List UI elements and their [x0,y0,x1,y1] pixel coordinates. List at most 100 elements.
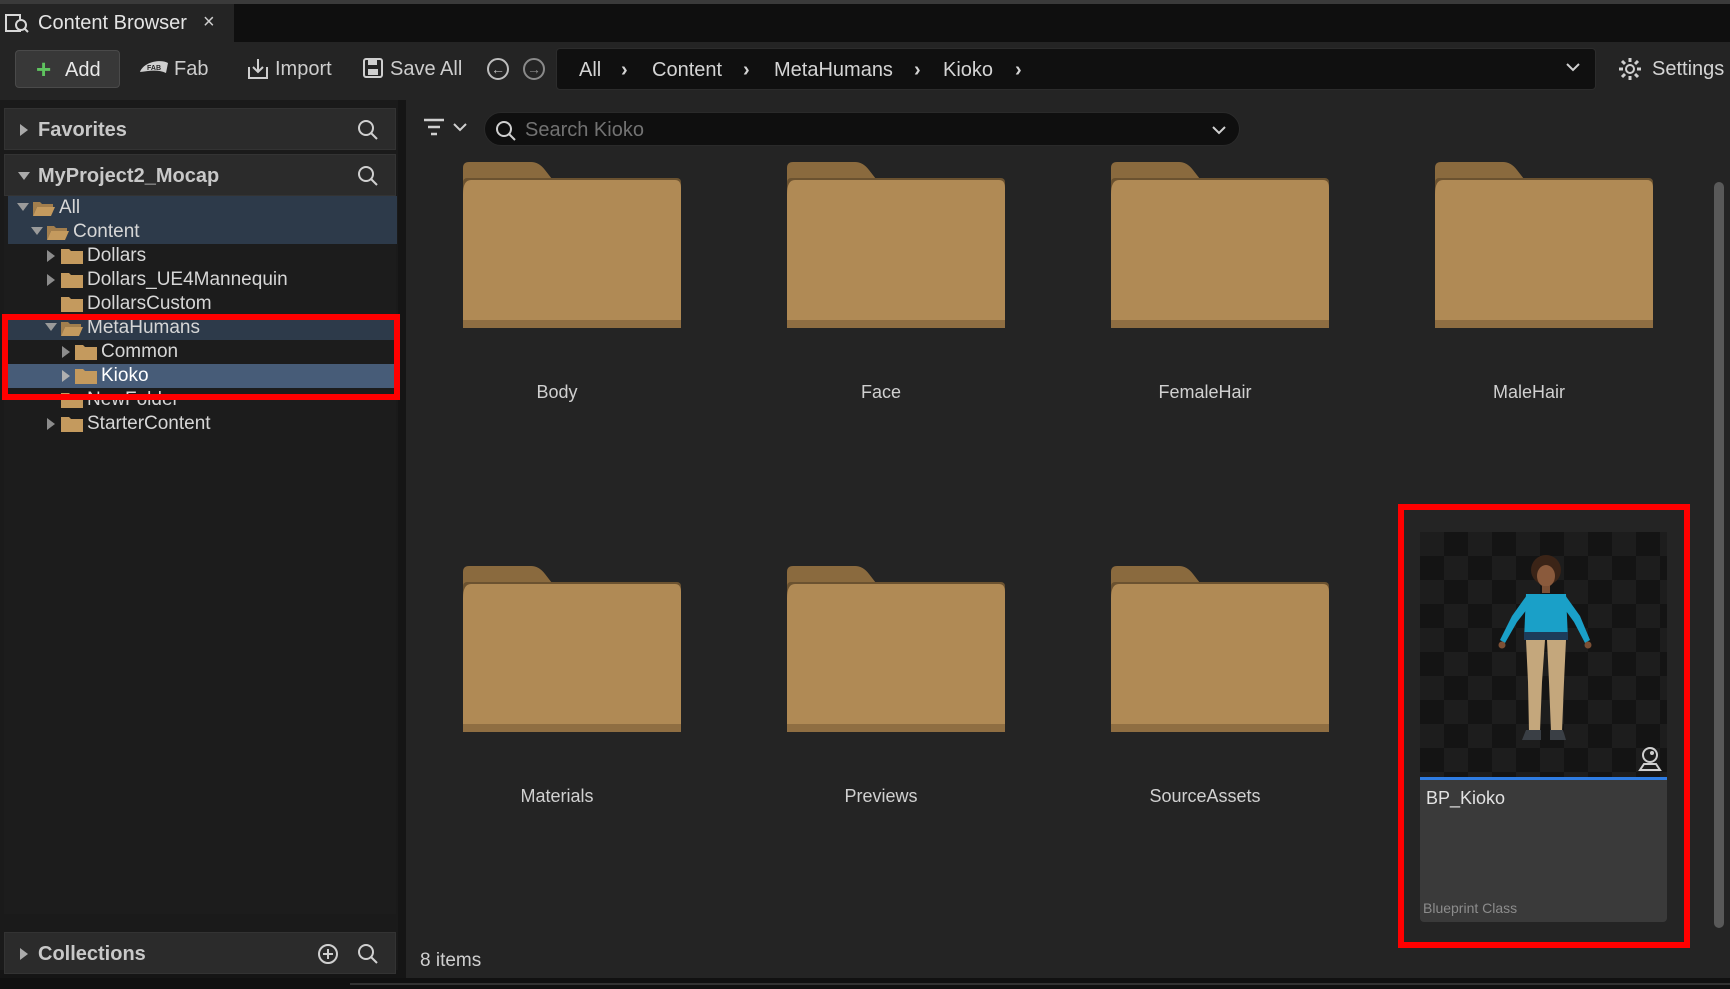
tree-item-label: DollarsCustom [87,293,212,314]
folder-open-icon [47,226,69,240]
breadcrumb-chevron-icon[interactable]: › [1015,59,1022,82]
highlight-box-bp-kioko [1398,504,1690,948]
folder-tile-previews[interactable]: Previews [770,564,1010,904]
favorites-header[interactable]: Favorites [4,108,396,150]
folder-tile-materials[interactable]: Materials [446,564,686,904]
search-input[interactable] [525,117,1185,143]
filter-icon[interactable] [422,116,470,140]
tree-item-startercontent[interactable]: StarterContent [8,412,397,436]
add-circle-icon[interactable] [317,943,339,965]
folder-icon [61,249,83,264]
folder-tile-malehair[interactable]: MaleHair [1418,160,1658,500]
folder-icon [1109,160,1331,330]
triangle-right-icon[interactable] [19,947,29,961]
triangle-down-icon[interactable] [17,171,31,181]
search-icon[interactable] [357,119,379,141]
folder-tile-label: Materials [520,786,594,806]
folder-icon [1109,564,1331,734]
folder-open-icon [33,202,55,216]
folder-tile-label: SourceAssets [1149,786,1261,806]
content-browser-icon [5,14,29,33]
folder-icon [61,273,83,288]
chevron-down-icon[interactable] [1565,61,1581,73]
folder-icon [61,297,83,312]
folder-icon [785,564,1007,734]
breadcrumb-chevron-icon[interactable]: › [743,59,750,82]
folder-tile-label: Previews [844,786,918,806]
tab-title: Content Browser [38,12,187,34]
search-icon [496,121,516,141]
plus-icon: + [36,54,52,84]
save-all-label: Save All [390,58,463,80]
tab-bar: Content Browser × [0,4,1730,42]
folder-icon [1433,160,1655,330]
breadcrumb-item-content[interactable]: Content [652,59,722,82]
tree-item-content[interactable]: Content [8,220,397,244]
folder-tile-sourceassets[interactable]: SourceAssets [1094,564,1334,904]
tab-content-browser[interactable]: Content Browser × [0,4,234,42]
folder-tile-label: Body [536,382,578,402]
svg-text:FAB: FAB [147,65,161,72]
triangle-right-icon[interactable] [46,249,56,263]
breadcrumb-chevron-icon[interactable]: › [914,59,921,82]
tree-item-label: Dollars_UE4Mannequin [87,269,288,290]
vertical-scrollbar[interactable] [1714,182,1724,928]
fab-icon: FAB [140,61,168,73]
tree-item-label: Content [73,221,140,242]
breadcrumb-item-metahumans[interactable]: MetaHumans [774,59,893,82]
fab-label: Fab [174,58,209,80]
triangle-right-icon[interactable] [46,417,56,431]
collections-label: Collections [38,943,146,965]
folder-tile-femalehair[interactable]: FemaleHair [1094,160,1334,500]
tree-item-dollars[interactable]: Dollars [8,244,397,268]
fab-button[interactable]: FAB Fab [138,50,210,88]
search-icon[interactable] [357,165,379,187]
folder-icon [785,160,1007,330]
triangle-right-icon[interactable] [46,273,56,287]
folder-icon [461,160,683,330]
tree-item-label: All [59,197,81,218]
folder-tile-label: FemaleHair [1158,382,1252,402]
import-button[interactable]: Import [246,50,336,88]
project-label: MyProject2_Mocap [38,165,220,187]
toolbar: + Add FAB Fab Import Save All ← → All › … [0,42,1730,100]
import-icon [248,59,268,79]
forward-arrow-icon[interactable]: → [523,58,545,80]
favorites-label: Favorites [38,119,127,141]
triangle-down-icon[interactable] [16,202,30,212]
tree-item-label: Dollars [87,245,147,266]
tree-item-dollars-ue4mannequin[interactable]: Dollars_UE4Mannequin [8,268,397,292]
items-count: 8 items [420,950,482,971]
sources-panel: Favorites MyProject2_Mocap All Content D… [0,100,398,974]
folder-icon [461,564,683,734]
tree-item-dollarscustom[interactable]: DollarsCustom [8,292,397,316]
triangle-down-icon[interactable] [30,226,44,236]
folder-tile-body[interactable]: Body [446,160,686,500]
highlight-box-metahumans-tree [2,314,400,400]
search-box[interactable] [484,112,1240,146]
project-header[interactable]: MyProject2_Mocap [4,154,396,196]
folder-tree: All Content Dollars Dollars_UE4Mannequin… [4,196,397,914]
search-icon[interactable] [357,943,379,965]
folder-tile-label: MaleHair [1492,382,1566,402]
tree-item-all[interactable]: All [8,196,397,220]
breadcrumb-item-all[interactable]: All [579,59,601,82]
bottom-status-strip [0,978,1730,989]
folder-tile-label: Face [860,382,902,402]
back-arrow-icon[interactable]: ← [487,58,509,80]
tree-item-label: StarterContent [87,413,211,434]
import-label: Import [275,58,332,80]
settings-label: Settings [1652,58,1725,80]
breadcrumb-chevron-icon[interactable]: › [621,59,628,82]
save-icon [363,58,383,78]
breadcrumb-item-kioko[interactable]: Kioko [943,59,993,82]
tab-close-icon[interactable]: × [203,11,215,34]
gear-icon [1619,58,1641,80]
chevron-down-icon[interactable] [1211,124,1227,136]
add-button[interactable]: + Add [15,50,120,88]
collections-header[interactable]: Collections [4,932,396,974]
triangle-right-icon[interactable] [19,123,29,137]
folder-tile-face[interactable]: Face [770,160,1010,500]
save-all-button[interactable]: Save All [362,50,462,88]
folder-icon [61,417,83,432]
